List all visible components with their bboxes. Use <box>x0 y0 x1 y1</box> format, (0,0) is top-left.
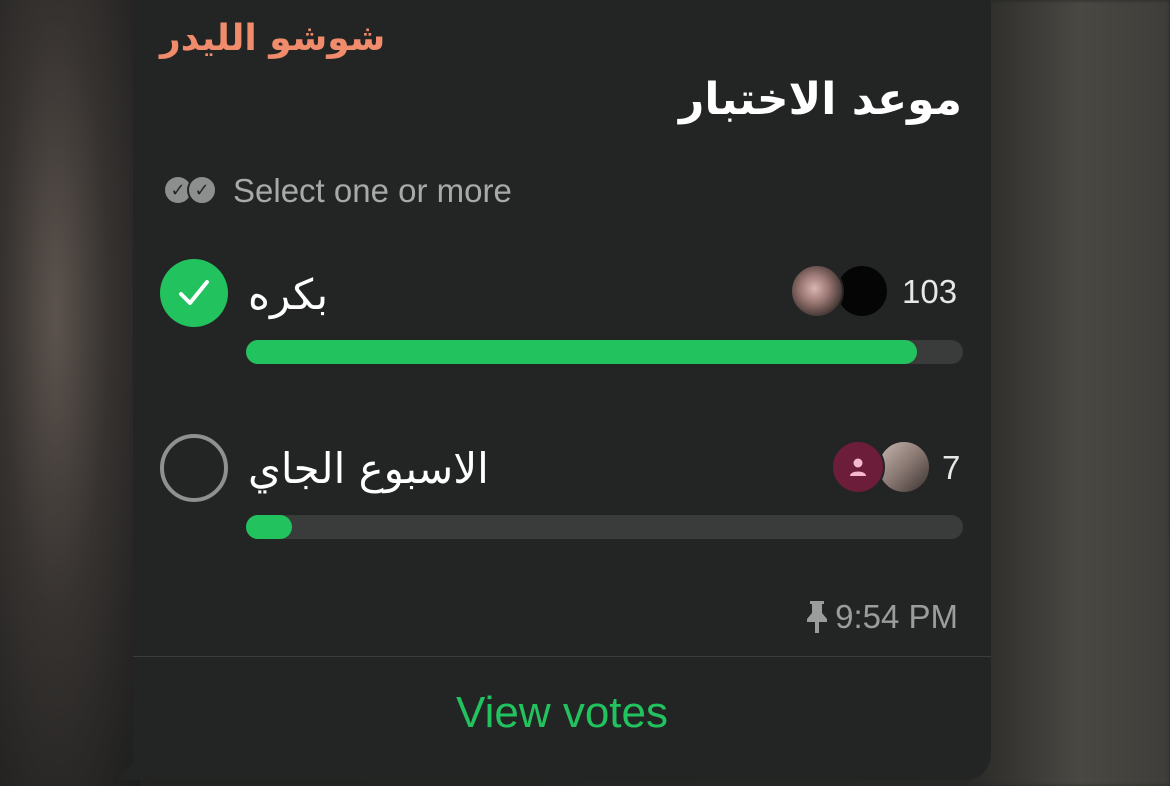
option-1-vote-count: 103 <box>902 273 958 310</box>
option-2-checkbox-unchecked[interactable] <box>160 434 228 502</box>
option-1-label[interactable]: بكره <box>248 270 328 319</box>
multi-select-icon: ✓ ✓ <box>165 173 217 209</box>
divider <box>133 656 991 657</box>
pin-icon <box>807 601 828 633</box>
person-icon <box>850 458 866 476</box>
voter-avatar[interactable] <box>877 440 931 494</box>
option-2-vote-count: 7 <box>942 449 961 486</box>
option-1-progress-bar <box>246 340 963 364</box>
poll-question: موعد الاختبار <box>679 74 962 125</box>
sender-name[interactable]: شوشو الليدر <box>160 18 385 59</box>
poll-hint-text: Select one or more <box>233 172 512 209</box>
blurred-background-left <box>0 0 140 786</box>
option-2-progress-fill <box>246 515 292 539</box>
option-2-progress-bar <box>246 515 963 539</box>
voter-avatar[interactable] <box>790 264 844 318</box>
message-time: 9:54 PM <box>835 598 958 635</box>
poll-hint: ✓ ✓ Select one or more <box>165 172 512 210</box>
voter-avatar[interactable] <box>831 440 885 494</box>
option-2-label[interactable]: الاسبوع الجاي <box>248 444 489 493</box>
option-1-progress-fill <box>246 340 918 364</box>
checkmark-icon <box>179 280 209 305</box>
option-1-checkbox-checked[interactable] <box>160 259 228 327</box>
view-votes-button[interactable]: View votes <box>133 688 991 738</box>
message-timestamp: 9:54 PM <box>803 598 958 636</box>
blurred-background-right <box>970 0 1170 786</box>
